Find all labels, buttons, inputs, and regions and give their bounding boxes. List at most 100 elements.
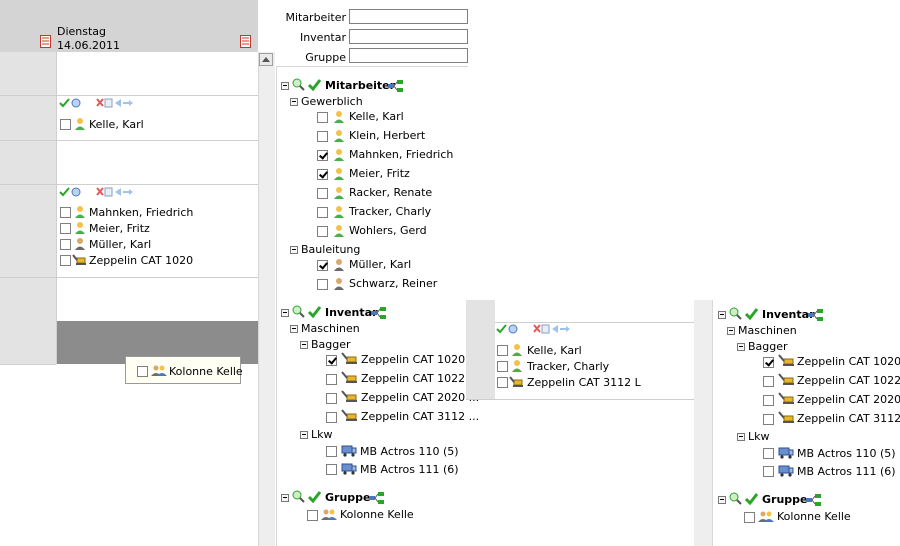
collapse-toggle[interactable]: [737, 433, 745, 441]
tree-checkbox-checked[interactable]: [317, 150, 328, 161]
tree-item[interactable]: Wohlers, Gerd: [349, 224, 427, 237]
tree-item[interactable]: MB Actros 110 (5): [360, 445, 459, 458]
tree-item[interactable]: MB Actros 110 (5): [797, 447, 896, 460]
collapse-toggle[interactable]: [718, 311, 726, 319]
collapse-toggle[interactable]: [290, 325, 298, 333]
tree-checkbox[interactable]: [317, 131, 328, 142]
collapse-toggle[interactable]: [737, 343, 745, 351]
row-checkbox[interactable]: [60, 207, 71, 218]
row-checkbox[interactable]: [60, 255, 71, 266]
tree-structure-icon[interactable]: [806, 494, 821, 506]
tree-item[interactable]: Zeppelin CAT 1022 ...: [361, 372, 479, 385]
tree-checkbox[interactable]: [744, 512, 755, 523]
calendar-entry[interactable]: Müller, Karl: [89, 238, 151, 251]
tree-checkbox[interactable]: [763, 376, 774, 387]
excavator-icon: [509, 376, 523, 387]
collapse-toggle[interactable]: [281, 309, 289, 317]
gruppe-input[interactable]: [349, 48, 468, 63]
row-checkbox[interactable]: [60, 239, 71, 250]
tree-checkbox[interactable]: [326, 374, 337, 385]
calendar-cell[interactable]: [57, 278, 258, 322]
tree-item[interactable]: Zeppelin CAT 1022 ...: [797, 374, 900, 387]
collapse-toggle[interactable]: [281, 82, 289, 90]
tree-item[interactable]: Racker, Renate: [349, 186, 432, 199]
tree-item[interactable]: Schwarz, Reiner: [349, 277, 437, 290]
tree-header-icons: [729, 307, 759, 321]
tree-item[interactable]: Zeppelin CAT 3112 ...: [797, 412, 900, 425]
inventar-label: Inventar: [299, 31, 346, 44]
tree-checkbox[interactable]: [326, 393, 337, 404]
scrollbar[interactable]: [258, 52, 275, 546]
row-checkbox[interactable]: [60, 223, 71, 234]
tree-item[interactable]: Zeppelin CAT 2020 ...: [797, 393, 900, 406]
tree-item[interactable]: Kolonne Kelle: [777, 510, 851, 523]
collapse-toggle[interactable]: [290, 98, 298, 106]
tree-checkbox-checked[interactable]: [763, 357, 774, 368]
person-icon: [75, 118, 85, 130]
person-icon: [334, 187, 344, 199]
row-checkbox[interactable]: [497, 345, 508, 356]
tree-item[interactable]: Müller, Karl: [349, 258, 411, 271]
tree-item[interactable]: Zeppelin CAT 1020 ...: [361, 353, 479, 366]
tree-checkbox[interactable]: [307, 510, 318, 521]
collapse-toggle[interactable]: [718, 496, 726, 504]
drop-panel-entry[interactable]: Zeppelin CAT 3112 L: [527, 376, 641, 389]
collapse-toggle[interactable]: [727, 327, 735, 335]
row-checkbox[interactable]: [497, 377, 508, 388]
tree-checkbox[interactable]: [326, 446, 337, 457]
tree-group-bagger: Bagger: [311, 338, 351, 351]
calendar-entry[interactable]: Meier, Fritz: [89, 222, 150, 235]
collapse-toggle[interactable]: [300, 341, 308, 349]
collapse-toggle[interactable]: [290, 246, 298, 254]
tree-item[interactable]: Tracker, Charly: [349, 205, 431, 218]
report-icon[interactable]: [40, 35, 51, 48]
collapse-toggle[interactable]: [281, 494, 289, 502]
tree-item[interactable]: Klein, Herbert: [349, 129, 425, 142]
tree-checkbox-checked[interactable]: [326, 355, 337, 366]
tree-checkbox[interactable]: [763, 395, 774, 406]
report-icon[interactable]: [240, 35, 251, 48]
tree-item[interactable]: MB Actros 111 (6): [360, 463, 459, 476]
calendar-row-label: [0, 278, 56, 322]
scrollbar[interactable]: [694, 300, 712, 546]
tree-structure-icon[interactable]: [369, 492, 384, 504]
calendar-entry[interactable]: Mahnken, Friedrich: [89, 206, 193, 219]
tree-item[interactable]: Zeppelin CAT 3112 ...: [361, 410, 479, 423]
collapse-toggle[interactable]: [300, 431, 308, 439]
tree-checkbox[interactable]: [317, 207, 328, 218]
tree-checkbox[interactable]: [763, 466, 774, 477]
tree-item[interactable]: Mahnken, Friedrich: [349, 148, 453, 161]
tree-title-inventar: Inventar: [762, 308, 815, 321]
tree-item[interactable]: Kelle, Karl: [349, 110, 404, 123]
tree-structure-icon[interactable]: [808, 309, 823, 321]
calendar-entry[interactable]: Zeppelin CAT 1020: [89, 254, 193, 267]
manager-icon: [334, 259, 344, 271]
tree-checkbox[interactable]: [763, 414, 774, 425]
tree-item[interactable]: Meier, Fritz: [349, 167, 410, 180]
row-checkbox[interactable]: [60, 119, 71, 130]
tree-checkbox[interactable]: [763, 448, 774, 459]
tree-item[interactable]: Zeppelin CAT 1020 ...: [797, 355, 900, 368]
calendar-entry[interactable]: Kelle, Karl: [89, 118, 144, 131]
tree-checkbox[interactable]: [317, 188, 328, 199]
tree-checkbox[interactable]: [317, 279, 328, 290]
tree-checkbox[interactable]: [317, 226, 328, 237]
tree-checkbox[interactable]: [317, 112, 328, 123]
tree-checkbox[interactable]: [326, 464, 337, 475]
tree-structure-icon[interactable]: [388, 80, 403, 92]
popup-checkbox[interactable]: [137, 366, 148, 377]
inventar-input[interactable]: [349, 29, 468, 44]
tree-checkbox-checked[interactable]: [317, 260, 328, 271]
tree-checkbox-checked[interactable]: [317, 169, 328, 180]
tree-checkbox[interactable]: [326, 412, 337, 423]
mitarbeiter-input[interactable]: [349, 9, 468, 24]
drop-panel-entry[interactable]: Kelle, Karl: [527, 344, 582, 357]
calendar-cell[interactable]: [57, 141, 258, 185]
tree-structure-icon[interactable]: [371, 307, 386, 319]
calendar-cell[interactable]: [57, 52, 258, 96]
row-checkbox[interactable]: [497, 361, 508, 372]
tree-item[interactable]: MB Actros 111 (6): [797, 465, 896, 478]
drop-panel-entry[interactable]: Tracker, Charly: [527, 360, 609, 373]
tree-item[interactable]: Zeppelin CAT 2020 ...: [361, 391, 479, 404]
tree-item[interactable]: Kolonne Kelle: [340, 508, 414, 521]
